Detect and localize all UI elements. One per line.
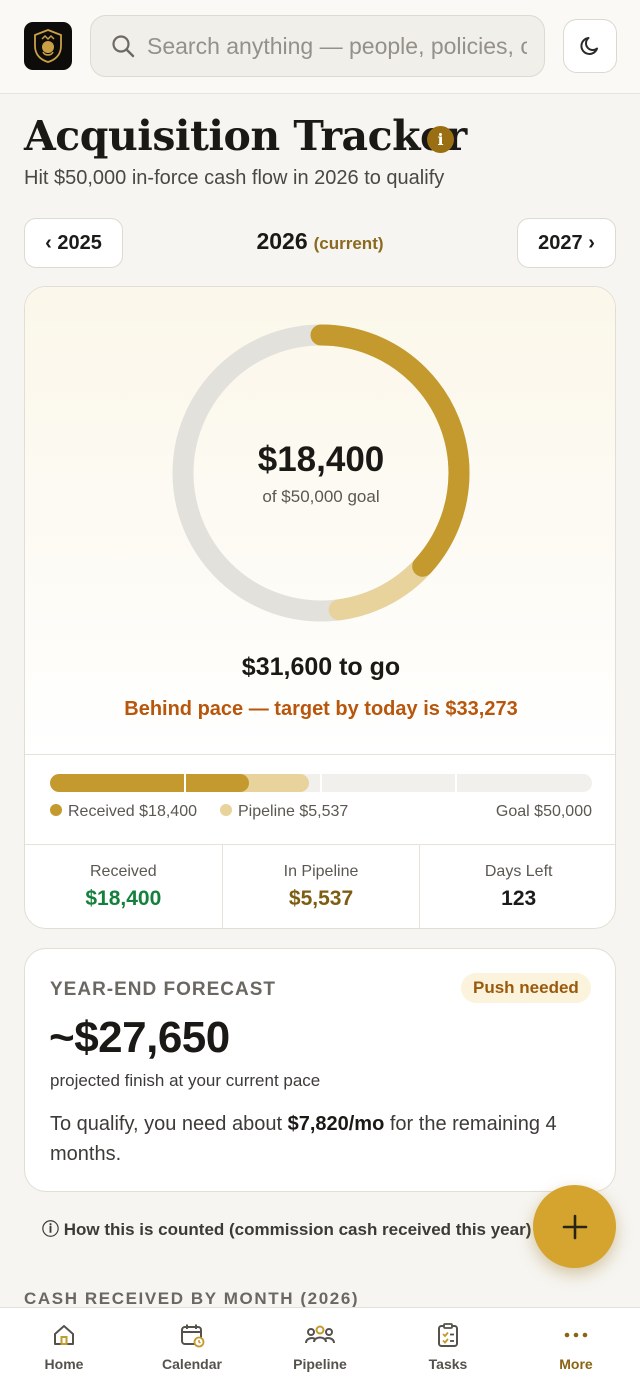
stat-label: Days Left bbox=[484, 863, 553, 880]
legend-goal: Goal $50,000 bbox=[495, 803, 592, 820]
nav-label: Calendar bbox=[162, 1356, 222, 1372]
stat-value: $18,400 bbox=[85, 887, 162, 910]
theme-toggle-button[interactable] bbox=[563, 19, 617, 73]
previous-year-button[interactable]: ‹ 2025 bbox=[24, 218, 123, 268]
stat-value: 123 bbox=[501, 887, 537, 910]
progress-bar-tick bbox=[320, 774, 322, 792]
progress-card: $18,400 of $50,000 goal $31,600 to go Be… bbox=[24, 286, 616, 929]
nav-label: More bbox=[559, 1356, 593, 1372]
info-icon[interactable]: i bbox=[427, 126, 454, 153]
progress-hero: $18,400 of $50,000 goal $31,600 to go Be… bbox=[25, 287, 615, 755]
stat-label: In Pipeline bbox=[283, 863, 359, 880]
top-bar bbox=[0, 0, 640, 94]
progress-bar-tick bbox=[184, 774, 186, 792]
how-counted-link[interactable]: ⓘ How this is counted (commission cash r… bbox=[42, 1215, 531, 1240]
search-icon bbox=[112, 35, 135, 58]
search-bar[interactable] bbox=[90, 15, 545, 77]
stat-label: Received bbox=[89, 863, 157, 880]
more-dots-icon bbox=[564, 1332, 588, 1338]
stat-value: $5,537 bbox=[288, 887, 354, 910]
pace-warning: Behind pace — target by today is $33,273 bbox=[124, 698, 518, 720]
stats-row: Received $18,400 In Pipeline $5,537 Days… bbox=[25, 844, 615, 928]
forecast-note-prefix: To qualify, you need about bbox=[50, 1113, 288, 1135]
calendar-icon bbox=[181, 1324, 205, 1348]
amount-to-go: $31,600 to go bbox=[241, 653, 401, 681]
progress-bar bbox=[50, 774, 592, 792]
people-icon bbox=[305, 1325, 335, 1344]
legend-received-label: Received $18,400 bbox=[68, 803, 197, 820]
nav-home[interactable]: Home bbox=[0, 1308, 128, 1387]
next-year-button[interactable]: 2027 › bbox=[517, 218, 616, 268]
page-subtitle: Hit $50,000 in-force cash flow in 2026 t… bbox=[24, 167, 445, 189]
current-year-tag: (current) bbox=[313, 234, 384, 253]
stat-received: Received $18,400 bbox=[25, 845, 223, 928]
received-amount: $18,400 bbox=[257, 440, 385, 479]
lion-crest-icon bbox=[34, 29, 62, 63]
nav-pipeline[interactable]: Pipeline bbox=[256, 1308, 384, 1387]
progress-bar-tick bbox=[455, 774, 457, 792]
progress-legend: Received $18,400 Pipeline $5,537 Goal $5… bbox=[50, 803, 592, 825]
status-badge: Push needed bbox=[461, 973, 591, 1003]
received-dot-icon bbox=[50, 803, 62, 816]
moon-icon bbox=[580, 37, 598, 55]
nav-label: Tasks bbox=[428, 1356, 468, 1372]
add-button[interactable] bbox=[533, 1185, 616, 1268]
nav-label: Home bbox=[44, 1356, 84, 1372]
search-input[interactable] bbox=[147, 32, 527, 60]
current-year-value: 2026 bbox=[256, 228, 308, 254]
page-title: Acquisition Tracker bbox=[24, 112, 467, 160]
stat-days-left: Days Left 123 bbox=[420, 845, 615, 928]
pipeline-dot-icon bbox=[220, 803, 232, 816]
forecast-amount: ~$27,650 bbox=[49, 1013, 230, 1062]
legend-pipeline-label: Pipeline $5,537 bbox=[238, 803, 349, 820]
app-logo[interactable] bbox=[24, 22, 72, 70]
section-heading: CASH RECEIVED BY MONTH (2026) bbox=[24, 1289, 360, 1308]
forecast-label: YEAR-END FORECAST bbox=[50, 979, 277, 1000]
nav-label: Pipeline bbox=[293, 1356, 347, 1372]
clipboard-icon bbox=[438, 1323, 458, 1347]
forecast-monthly-target: $7,820/mo bbox=[287, 1113, 385, 1135]
current-year: 2026 (current) bbox=[160, 228, 480, 255]
nav-tasks[interactable]: Tasks bbox=[384, 1308, 512, 1387]
legend-received: Received $18,400 bbox=[50, 803, 197, 821]
plus-icon bbox=[562, 1214, 587, 1239]
forecast-subtitle: projected finish at your current pace bbox=[50, 1071, 321, 1090]
bottom-nav: Home Calendar Pipeline Tasks More bbox=[0, 1307, 640, 1387]
home-icon bbox=[54, 1325, 74, 1345]
nav-more[interactable]: More bbox=[512, 1308, 640, 1387]
nav-calendar[interactable]: Calendar bbox=[128, 1308, 256, 1387]
stat-pipeline: In Pipeline $5,537 bbox=[223, 845, 421, 928]
progress-bar-received bbox=[50, 774, 250, 792]
forecast-note: To qualify, you need about $7,820/mo for… bbox=[50, 1109, 600, 1169]
legend-pipeline: Pipeline $5,537 bbox=[220, 803, 348, 821]
forecast-card: YEAR-END FORECAST Push needed ~$27,650 p… bbox=[24, 948, 616, 1192]
goal-label: of $50,000 goal bbox=[262, 487, 380, 506]
